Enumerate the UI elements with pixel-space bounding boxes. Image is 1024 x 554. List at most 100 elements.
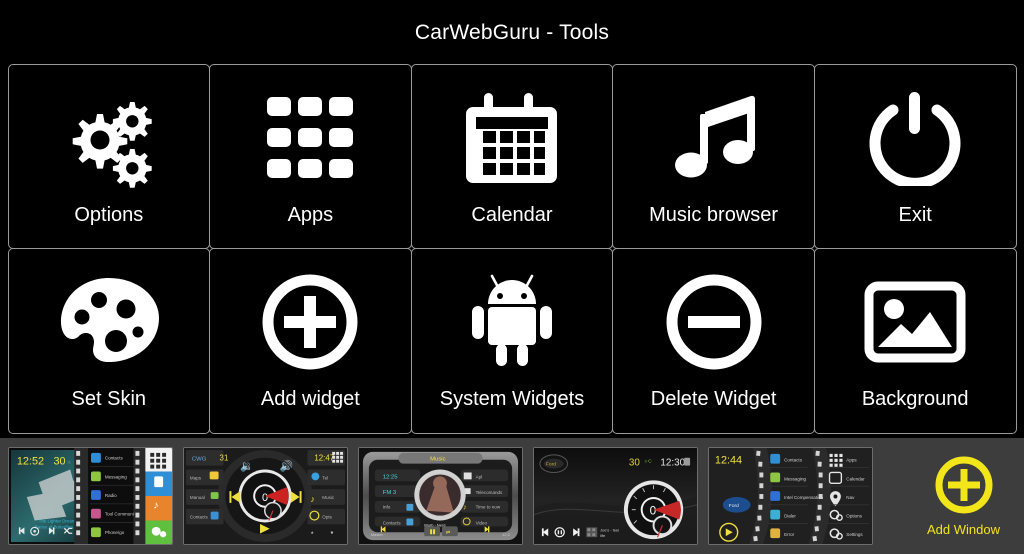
svg-text:Manual: Manual [190, 495, 205, 500]
minus-circle-icon [613, 262, 814, 382]
svg-text:Contacts: Contacts [190, 515, 209, 520]
svg-text:12:25: 12:25 [383, 474, 399, 480]
svg-text:Ford: Ford [729, 503, 739, 509]
plus-circle-icon [210, 262, 411, 382]
svg-text:Contacts: Contacts [383, 520, 402, 525]
svg-text:🔉: 🔉 [240, 461, 254, 473]
skin-thumbnail-4[interactable]: Ford 30 ☼C 12:30 0 Joe's - feel life [533, 447, 698, 545]
tool-label: Apps [287, 203, 334, 226]
svg-text:Video: Video [476, 520, 488, 525]
svg-text:Error: Error [784, 532, 795, 537]
palette-icon [9, 262, 210, 382]
svg-text:Messaging: Messaging [105, 474, 127, 479]
svg-text:Ford: Ford [546, 462, 556, 468]
svg-text:CWG: CWG [192, 457, 207, 463]
tool-cell-exit[interactable]: Exit [813, 63, 1017, 249]
window-strip: 12:52 30 ☼ The Lighter Dream Dance of Bu… [0, 438, 1024, 554]
svg-text:⇄: ⇄ [446, 530, 450, 536]
svg-text:Opts: Opts [322, 515, 332, 520]
tool-label: Add widget [260, 388, 360, 411]
tool-label: Background [861, 388, 969, 411]
svg-text:12:52: 12:52 [17, 456, 44, 468]
svg-text:12:44: 12:44 [715, 455, 742, 467]
svg-text:Intel Compensation: Intel Compensation [784, 495, 824, 500]
tools-grid: Options Apps Calendar Music browser Exit… [7, 63, 1017, 434]
apps-grid-icon [210, 78, 411, 198]
svg-text:Contacts: Contacts [105, 456, 124, 461]
image-picture-icon [815, 262, 1016, 382]
tool-label: Options [74, 203, 144, 226]
svg-text:★: ★ [310, 530, 314, 535]
svg-text:Dialer: Dialer [784, 514, 796, 519]
svg-text:Nav: Nav [846, 495, 855, 500]
svg-text:Joe's - feel: Joe's - feel [600, 527, 619, 532]
tool-label: Exit [898, 203, 932, 226]
svg-text:Phone/go: Phone/go [105, 530, 125, 535]
svg-text:FM 3: FM 3 [383, 490, 397, 496]
svg-text:Apps: Apps [846, 458, 857, 463]
svg-text:Music: Music [430, 457, 446, 463]
skin-thumbnail-2[interactable]: 0 CWG 31 12:47 🔉 🔊 ▶ Maps Manual Contact… [183, 447, 348, 545]
gears-icon [9, 78, 210, 198]
page-title: CarWebGuru - Tools [414, 20, 610, 44]
tool-label: System Widgets [439, 388, 585, 411]
add-window-label: Add Window [927, 522, 1000, 537]
plus-circle-icon [934, 455, 994, 515]
svg-text:12:2: 12:2 [502, 532, 510, 537]
svg-text:☼C: ☼C [644, 459, 653, 465]
svg-text:Radio: Radio [105, 493, 117, 498]
title-bar: CarWebGuru - Tools [0, 0, 1024, 65]
svg-text:Tool Community: Tool Community [105, 512, 138, 517]
svg-text:Messaging: Messaging [784, 476, 806, 481]
tool-cell-background[interactable]: Background [813, 248, 1017, 434]
svg-text:Settings: Settings [846, 532, 863, 537]
tool-label: Set Skin [71, 388, 147, 411]
svg-text:0: 0 [650, 504, 657, 518]
skin-thumbnail-5[interactable]: 12:44 Ford Contacts Messaging Intel Comp… [708, 447, 873, 545]
svg-text:12:47: 12:47 [314, 454, 334, 463]
svg-text:▶: ▶ [260, 520, 270, 535]
calendar-icon [412, 78, 613, 198]
svg-text:🔊: 🔊 [280, 459, 294, 473]
music-note-icon [613, 78, 814, 198]
svg-text:The Lighter Dream: The Lighter Dream [39, 518, 76, 523]
power-icon [815, 78, 1016, 198]
svg-text:☼: ☼ [66, 460, 71, 466]
svg-text:Maps: Maps [190, 475, 202, 480]
tool-cell-apps[interactable]: Apps [209, 63, 412, 249]
svg-text:30: 30 [53, 456, 65, 468]
svg-text:Calendar: Calendar [846, 476, 865, 481]
svg-text:31: 31 [220, 454, 229, 463]
thumbnail-list: 12:52 30 ☼ The Lighter Dream Dance of Bu… [8, 447, 873, 545]
skin-thumbnail-3[interactable]: Music 12:25 FM 3 Info Contacts Apl Telec… [358, 447, 523, 545]
tool-cell-set-skin[interactable]: Set Skin [7, 248, 211, 434]
add-window-button[interactable]: Add Window [911, 455, 1016, 537]
carwebguru-tools-window: CarWebGuru - Tools Options Apps Calendar… [0, 0, 1024, 554]
svg-text:30: 30 [629, 458, 641, 469]
svg-text:0: 0 [262, 492, 268, 504]
tool-label: Calendar [471, 203, 553, 226]
android-robot-icon [412, 262, 613, 382]
svg-text:Contacts: Contacts [784, 458, 803, 463]
svg-text:Music: Music [322, 495, 335, 500]
svg-text:♪: ♪ [153, 500, 158, 512]
tool-cell-add-widget[interactable]: Add widget [209, 248, 412, 434]
svg-text:Telecomands: Telecomands [476, 490, 503, 495]
tool-cell-music-browser[interactable]: Music browser [612, 63, 815, 249]
svg-text:Master: Master [371, 532, 384, 537]
svg-text:12:30: 12:30 [660, 458, 685, 469]
tool-cell-system-widgets[interactable]: System Widgets [410, 248, 614, 434]
tool-cell-delete-widget[interactable]: Delete Widget [612, 248, 815, 434]
svg-text:Time to now: Time to now [476, 505, 501, 510]
svg-text:Options: Options [846, 514, 862, 519]
skin-thumbnail-1[interactable]: 12:52 30 ☼ The Lighter Dream Dance of Bu… [8, 447, 173, 545]
svg-text:life: life [600, 533, 605, 538]
tool-label: Music browser [649, 203, 779, 226]
tool-cell-options[interactable]: Options [7, 63, 211, 249]
tool-cell-calendar[interactable]: Calendar [410, 63, 614, 249]
svg-text:♪: ♪ [310, 494, 314, 504]
tool-label: Delete Widget [650, 388, 777, 411]
svg-text:Tel: Tel [322, 475, 328, 480]
svg-text:Info: Info [383, 505, 391, 510]
svg-text:Apl: Apl [476, 474, 483, 479]
